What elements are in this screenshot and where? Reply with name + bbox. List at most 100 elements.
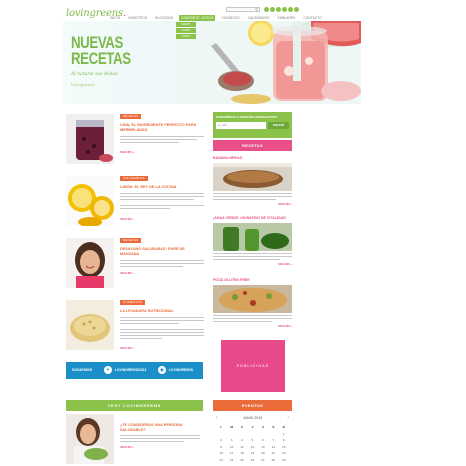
recipe-item[interactable]: BANANA BREAD SEGUIR »: [213, 156, 292, 218]
youtube-icon[interactable]: [288, 7, 293, 12]
newsletter-box: SUSCRÍBETE A NUESTRA NEWSLETTER E-mail..…: [213, 112, 292, 138]
recipe-item[interactable]: PIZZA GLUTEN FREE SEGUIR »: [213, 278, 292, 340]
recipe-item[interactable]: ¡AGUA VERDE: UN BATIDO DE VITALIDAD SEGU…: [213, 216, 292, 278]
calendar-day[interactable]: 17: [226, 451, 236, 455]
calendar-day[interactable]: 1: [279, 432, 289, 436]
list-item[interactable]: ALIMENTOS LA LEVADURA NUTRICIONAL SEGUIR…: [66, 300, 204, 360]
calendar-day[interactable]: 6: [258, 438, 268, 442]
recipe-title[interactable]: ¡AGUA VERDE: UN BATIDO DE VITALIDAD: [213, 216, 292, 220]
subnav-item-shop[interactable]: SHOP: [176, 34, 196, 39]
pinterest-icon[interactable]: [276, 7, 281, 12]
read-more-link[interactable]: SEGUIR »: [278, 262, 292, 266]
read-more-link[interactable]: SEGUIR »: [120, 445, 134, 449]
chevron-right-icon[interactable]: ›: [287, 415, 289, 422]
article-title[interactable]: LA LEVADURA NUTRICIONAL: [120, 309, 204, 314]
test-excerpt: [120, 435, 200, 444]
email-field[interactable]: E-mail...: [216, 122, 266, 129]
calendar-day[interactable]: 4: [237, 438, 247, 442]
woman-salad-image: [66, 414, 114, 464]
test-header[interactable]: TEST LOVINGREENS: [66, 400, 203, 411]
hero-drinks-image: [181, 21, 361, 104]
read-more-link[interactable]: SEGUIR »: [120, 271, 134, 275]
article-excerpt: [120, 260, 204, 269]
category-badge[interactable]: RECETAS: [120, 238, 142, 243]
article-excerpt: [120, 136, 204, 145]
calendar-day[interactable]: 7: [268, 438, 278, 442]
calendar-day[interactable]: 14: [268, 445, 278, 449]
recipe-title[interactable]: BANANA BREAD: [213, 156, 292, 160]
calendar-grid: L M X J V S D 1 2 3 4 5 6 7 8 9 10 11 12 13 14 15 16 17 18 19 20 21…: [216, 425, 289, 462]
calendar-day: [268, 432, 278, 436]
read-more-link[interactable]: SEGUIR »: [278, 202, 292, 206]
calendar-day[interactable]: 15: [279, 445, 289, 449]
facebook-icon[interactable]: [264, 7, 269, 12]
calendar-day[interactable]: 23: [216, 458, 226, 462]
article-title[interactable]: CHÍA, EL INGREDIENTE PERFECTO PARA MERME…: [120, 123, 204, 133]
pinterest-handle[interactable]: LOVINGREENS2013: [115, 368, 146, 372]
calendar-day[interactable]: 18: [237, 451, 247, 455]
read-more-link[interactable]: SEGUIR »: [120, 346, 134, 350]
hero-banner[interactable]: NUEVAS RECETAS Al natural sus dietas lov…: [63, 21, 361, 104]
list-item[interactable]: RECETAS CHÍA, EL INGREDIENTE PERFECTO PA…: [66, 114, 204, 170]
calendar-day[interactable]: 27: [258, 458, 268, 462]
article-title[interactable]: DESAYUNO SALUDABLE: PURÉ DE MANZANA: [120, 247, 204, 257]
twitter-icon[interactable]: [270, 7, 275, 12]
chia-jam-image: [66, 114, 114, 164]
pinterest-icon[interactable]: P: [104, 366, 112, 374]
subnav-item-news[interactable]: NEWS: [176, 22, 196, 27]
calendar-day[interactable]: 29: [279, 458, 289, 462]
list-item[interactable]: SALUDABLES LIMÓN: EL REY DE LA COCINA SE…: [66, 176, 204, 232]
instagram-icon[interactable]: [282, 7, 287, 12]
subscribe-button[interactable]: ENVIAR: [268, 122, 289, 129]
events-header[interactable]: EVENTOS: [213, 400, 292, 411]
calendar-day[interactable]: 26: [247, 458, 257, 462]
calendar-day[interactable]: 16: [216, 451, 226, 455]
article-title[interactable]: LIMÓN: EL REY DE LA COCINA: [120, 185, 204, 190]
calendar-day[interactable]: 24: [226, 458, 236, 462]
search-icon[interactable]: ⚲: [255, 7, 258, 12]
calendar-day[interactable]: 25: [237, 458, 247, 462]
calendar-day[interactable]: 11: [237, 445, 247, 449]
chevron-left-icon[interactable]: ‹: [216, 415, 218, 422]
category-badge[interactable]: ALIMENTOS: [120, 300, 146, 305]
newsletter-title: SUSCRÍBETE A NUESTRA NEWSLETTER: [216, 115, 277, 119]
calendar-day[interactable]: 10: [226, 445, 236, 449]
calendar-day[interactable]: 28: [268, 458, 278, 462]
events-calendar: JUNIO 2015 ‹ › L M X J V S D 1 2 3 4 5 6 7 8 9 10 11 12 13 1…: [213, 413, 292, 466]
calendar-day[interactable]: 5: [247, 438, 257, 442]
read-more-link[interactable]: SEGUIR »: [278, 324, 292, 328]
calendar-day: [258, 432, 268, 436]
read-more-link[interactable]: SEGUIR »: [120, 217, 134, 221]
calendar-day[interactable]: 12: [247, 445, 257, 449]
calendar-day[interactable]: 3: [226, 438, 236, 442]
instagram-handle[interactable]: LOVINGREENS: [169, 368, 193, 372]
test-title[interactable]: ¿TE CONSIDERAS UNA PERSONA SALUDABLE?: [120, 423, 200, 433]
recipe-excerpt: [213, 315, 292, 324]
read-more-link[interactable]: SEGUIR »: [120, 150, 134, 154]
list-item[interactable]: RECETAS DESAYUNO SALUDABLE: PURÉ DE MANZ…: [66, 238, 204, 294]
calendar-day[interactable]: 2: [216, 438, 226, 442]
recipe-excerpt: [213, 253, 292, 262]
test-item[interactable]: ¿TE CONSIDERAS UNA PERSONA SALUDABLE? SE…: [66, 414, 203, 464]
search-input[interactable]: ⚲: [226, 7, 260, 12]
calendar-day[interactable]: 22: [279, 451, 289, 455]
subnav-item-foro[interactable]: FORO: [176, 28, 196, 33]
article-excerpt: [120, 193, 204, 211]
instagram-icon[interactable]: ◉: [158, 366, 166, 374]
category-badge[interactable]: SALUDABLES: [120, 176, 148, 181]
nutritional-yeast-image: [66, 300, 114, 350]
calendar-day[interactable]: 9: [216, 445, 226, 449]
calendar-day[interactable]: 19: [247, 451, 257, 455]
calendar-day[interactable]: 20: [258, 451, 268, 455]
ad-banner[interactable]: PUBLICIDAD: [221, 340, 285, 392]
calendar-day[interactable]: 21: [268, 451, 278, 455]
social-icons: [264, 7, 299, 12]
rss-icon[interactable]: [294, 7, 299, 12]
calendar-weekday: M: [230, 425, 233, 429]
calendar-day[interactable]: 8: [279, 438, 289, 442]
calendar-day[interactable]: 13: [258, 445, 268, 449]
article-excerpt: [120, 317, 204, 341]
category-badge[interactable]: RECETAS: [120, 114, 142, 119]
recetas-header[interactable]: RECETAS: [213, 140, 292, 151]
recipe-title[interactable]: PIZZA GLUTEN FREE: [213, 278, 292, 282]
